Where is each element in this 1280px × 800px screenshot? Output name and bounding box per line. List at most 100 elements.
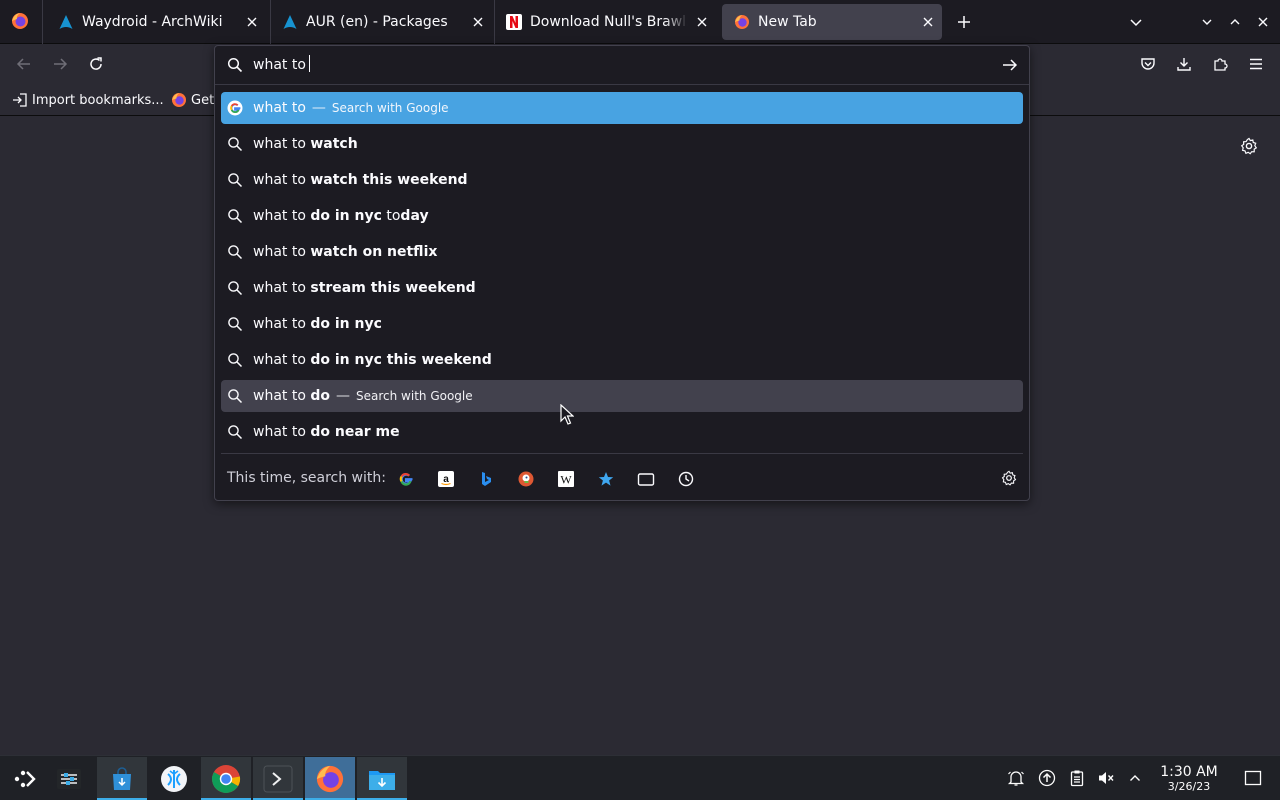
suggestion-row[interactable]: what to do — Search with Google: [221, 380, 1023, 412]
steam-deck-button[interactable]: [149, 757, 199, 800]
search-settings-gear-icon[interactable]: [1001, 470, 1017, 486]
maximize-window-button[interactable]: [1225, 12, 1245, 32]
arrow-left-icon: [16, 58, 30, 70]
close-icon: [1258, 17, 1268, 27]
suggestion-typed-prefix: what to: [253, 388, 306, 404]
search-icon: [227, 424, 243, 440]
hamburger-menu-icon: [1250, 58, 1262, 70]
suggestion-text: what to do: [253, 388, 330, 404]
new-tab-button[interactable]: [954, 12, 974, 32]
suggestion-row[interactable]: what to do in nyc this weekend: [221, 344, 1023, 376]
tabs-icon: [637, 473, 655, 486]
one-off-search-label: This time, search with:: [227, 470, 386, 486]
suggestion-row[interactable]: what to do in nyc: [221, 308, 1023, 340]
plus-icon: [958, 16, 970, 28]
bing-icon: [482, 472, 491, 486]
divider: [221, 453, 1023, 454]
get-started-bookmark[interactable]: Get: [171, 91, 214, 109]
search-icon: [227, 172, 243, 188]
import-bookmarks-item[interactable]: Import bookmarks...: [12, 91, 164, 109]
konsole-button[interactable]: [253, 757, 303, 800]
suggestion-completion: watch on netflix: [310, 244, 438, 260]
search-icon: [227, 136, 243, 152]
close-icon[interactable]: [244, 14, 260, 30]
clock-time[interactable]: 1:30 AM: [1150, 764, 1228, 780]
tab-new-tab[interactable]: New Tab: [722, 4, 942, 40]
volume-muted-icon[interactable]: [1097, 769, 1115, 787]
clipboard-icon[interactable]: [1068, 769, 1086, 787]
clock-date[interactable]: 3/26/23: [1150, 780, 1228, 793]
updates-icon[interactable]: [1038, 769, 1056, 787]
app-menu-button[interactable]: [1246, 54, 1266, 74]
search-icon: [227, 352, 243, 368]
url-input-row[interactable]: what to: [215, 46, 1029, 84]
search-icon: [227, 208, 243, 224]
amazon-engine-button[interactable]: a: [436, 469, 456, 489]
duckduckgo-engine-button[interactable]: [516, 469, 536, 489]
close-icon[interactable]: [920, 14, 936, 30]
steam-deck-icon: [161, 765, 187, 792]
search-icon: [227, 388, 243, 404]
bing-engine-button[interactable]: [476, 469, 496, 489]
urlbar-dropdown: what to what to — Search with Google what t…: [214, 45, 1030, 501]
bookmarks-search-button[interactable]: [596, 469, 616, 489]
firefox-icon[interactable]: [11, 12, 29, 30]
bookmark-label: Import bookmarks...: [32, 92, 164, 108]
close-icon[interactable]: [694, 14, 710, 30]
tabs-search-button[interactable]: [636, 469, 656, 489]
back-button[interactable]: [14, 54, 34, 74]
close-icon[interactable]: [470, 14, 486, 30]
text-caret: [308, 55, 310, 72]
extensions-button[interactable]: [1210, 54, 1230, 74]
history-search-button[interactable]: [676, 469, 696, 489]
firefox-taskbar-button[interactable]: [305, 757, 355, 800]
suggestion-text: what to: [253, 100, 306, 116]
dolphin-files-icon: [369, 770, 395, 790]
wikipedia-engine-button[interactable]: W: [556, 469, 576, 489]
suggestion-separator: —: [336, 388, 350, 404]
tab-aur-packages[interactable]: AUR (en) - Packages: [270, 4, 492, 40]
suggestion-typed-prefix: what to: [253, 316, 306, 332]
discover-store-icon: [113, 766, 131, 790]
discover-store-button[interactable]: [97, 757, 147, 800]
close-window-button[interactable]: [1253, 12, 1273, 32]
suggestion-row[interactable]: what to do near me: [221, 416, 1023, 448]
netflix-n-icon: [506, 14, 522, 30]
amazon-icon: a: [438, 471, 454, 487]
url-input[interactable]: what to: [253, 55, 310, 75]
system-settings-button[interactable]: [44, 757, 94, 800]
forward-button[interactable]: [50, 54, 70, 74]
minimize-window-button[interactable]: [1197, 12, 1217, 32]
suggestion-row[interactable]: what to — Search with Google: [221, 92, 1023, 124]
suggestion-completion: watch: [310, 136, 358, 152]
tray-expand-icon[interactable]: [1126, 769, 1144, 787]
reload-button[interactable]: [86, 54, 106, 74]
list-all-tabs-button[interactable]: [1126, 12, 1146, 32]
suggestion-typed-prefix: what to: [253, 244, 306, 260]
google-engine-button[interactable]: [396, 469, 416, 489]
suggestion-row[interactable]: what to watch: [221, 128, 1023, 160]
show-desktop-icon[interactable]: [1244, 769, 1262, 787]
suggestion-separator: —: [311, 100, 326, 116]
tab-nulls-brawl[interactable]: Download Null's Brawl. Nu: [494, 4, 716, 40]
downloads-button[interactable]: [1174, 54, 1194, 74]
customize-newtab-gear-icon[interactable]: [1240, 137, 1258, 155]
suggestion-row[interactable]: what to watch on netflix: [221, 236, 1023, 268]
arrow-right-go-icon[interactable]: [1001, 56, 1019, 74]
svg-text:W: W: [560, 473, 572, 487]
suggestion-completion: do: [310, 388, 330, 404]
search-icon: [227, 57, 243, 73]
konsole-icon: [263, 765, 293, 792]
application-launcher-button[interactable]: [0, 757, 50, 800]
notifications-icon[interactable]: [1007, 769, 1025, 787]
suggestion-row[interactable]: what to do in nyc today: [221, 200, 1023, 232]
dolphin-files-button[interactable]: [357, 757, 407, 800]
suggestion-row[interactable]: what to watch this weekend: [221, 164, 1023, 196]
suggestion-row[interactable]: what to stream this weekend: [221, 272, 1023, 304]
tab-waydroid[interactable]: Waydroid - ArchWiki: [46, 4, 266, 40]
chrome-button[interactable]: [201, 757, 251, 800]
suggestion-action-label: Search with Google: [331, 101, 449, 115]
system-settings-icon: [57, 768, 81, 789]
chrome-icon: [211, 764, 241, 793]
pocket-button[interactable]: [1138, 54, 1158, 74]
